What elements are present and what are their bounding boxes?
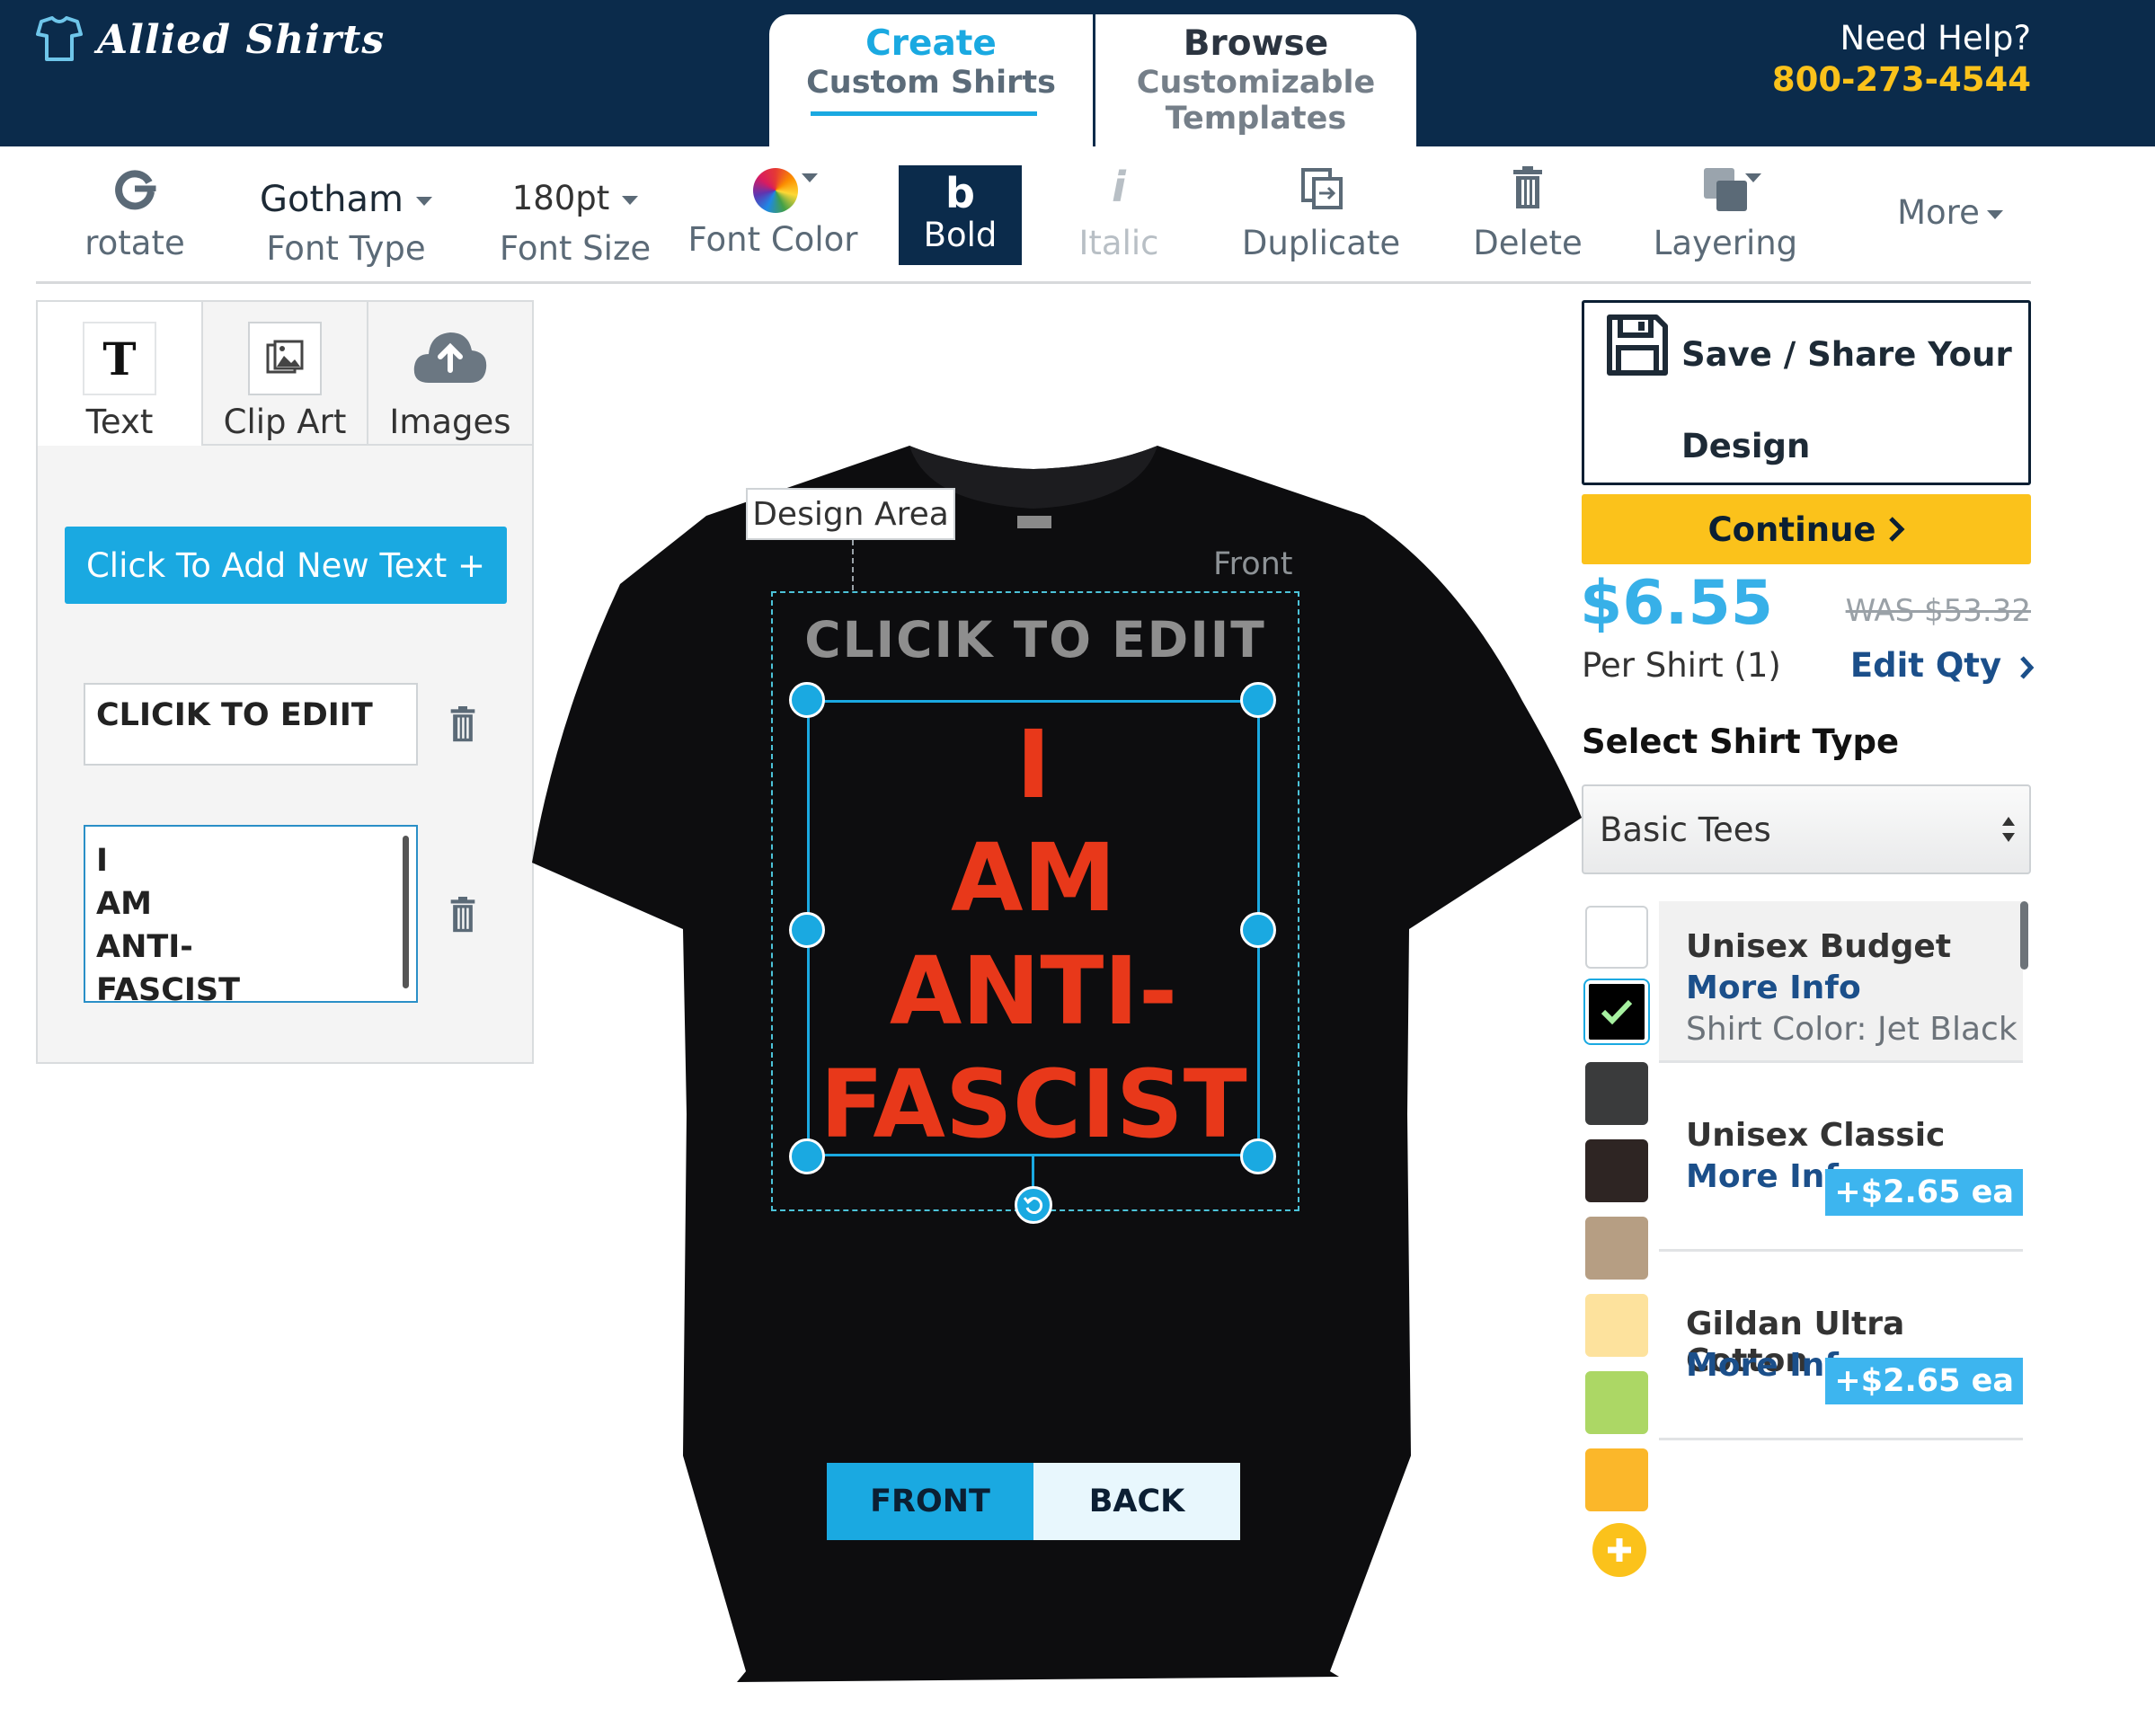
save-share-label: Save / Share Your — [1681, 335, 2012, 374]
continue-button[interactable]: Continue — [1582, 494, 2031, 564]
canvas-text-line: ANTI- — [889, 936, 1178, 1046]
more-info-link[interactable]: More Info — [1686, 970, 1861, 1006]
resize-handle-bottom-right[interactable] — [1240, 1138, 1276, 1174]
resize-handle-left[interactable] — [789, 912, 825, 948]
design-area-label: Design Area — [746, 488, 955, 540]
rotate-handle-stem — [1032, 1156, 1034, 1189]
edit-qty-label: Edit Qty — [1849, 646, 2002, 685]
product-shirt-color: Shirt Color: Jet Black — [1686, 1011, 2018, 1048]
checkmark-icon — [1601, 999, 1633, 1025]
canvas-text-line: AM — [951, 823, 1116, 933]
continue-label: Continue — [1707, 509, 1876, 549]
color-swatch-white[interactable] — [1585, 906, 1648, 969]
product-item[interactable]: Unisex Budget More Info Shirt Color: Jet… — [1659, 901, 2023, 1063]
edit-qty-link[interactable]: Edit Qty — [1850, 646, 2035, 685]
front-view-button[interactable]: FRONT — [827, 1463, 1033, 1540]
price-per-shirt: $6.55 — [1580, 568, 1774, 639]
back-view-button[interactable]: BACK — [1033, 1463, 1240, 1540]
save-share-button[interactable]: Save / Share Your Design — [1582, 300, 2031, 485]
plus-icon — [1608, 1538, 1631, 1562]
canvas-text-layer-selected[interactable]: I AM ANTI- FASCIST — [807, 708, 1260, 1161]
front-back-toggle: FRONT BACK — [827, 1463, 1240, 1540]
rotate-arrow-icon — [1023, 1197, 1043, 1214]
chevron-right-icon — [1888, 517, 1905, 542]
select-shirt-type-title: Select Shirt Type — [1582, 722, 1900, 761]
floppy-disk-icon — [1607, 314, 1668, 376]
product-name: Unisex Classic — [1686, 1117, 1946, 1154]
per-shirt-quantity: Per Shirt (1) — [1582, 646, 1781, 685]
color-swatch-charcoal[interactable] — [1585, 1062, 1648, 1125]
canvas-text-line: FASCIST — [820, 1050, 1247, 1159]
color-swatch-gold[interactable] — [1585, 1448, 1648, 1511]
shirt-type-value: Basic Tees — [1600, 810, 1771, 849]
color-swatch-tan[interactable] — [1585, 1217, 1648, 1280]
rotate-handle[interactable] — [1015, 1186, 1052, 1224]
save-share-label-2: Design — [1681, 427, 1811, 465]
canvas-text-line: I — [1015, 710, 1051, 819]
resize-handle-bottom-left[interactable] — [789, 1138, 825, 1174]
product-item[interactable]: Gildan Ultra Cotton More Info +$2.65 ea — [1659, 1252, 2023, 1440]
side-label: Front — [1213, 546, 1293, 582]
design-area-leader — [852, 540, 854, 590]
product-item[interactable]: Unisex Classic More Info +$2.65 ea — [1659, 1063, 2023, 1252]
resize-handle-top-left[interactable] — [789, 682, 825, 718]
shirt-type-select[interactable]: Basic Tees — [1582, 784, 2031, 874]
canvas-text-layer[interactable]: CLICIK TO EDIIT — [771, 611, 1299, 669]
chevron-right-icon — [2020, 655, 2035, 679]
resize-handle-right[interactable] — [1240, 912, 1276, 948]
price-upcharge-badge: +$2.65 ea — [1825, 1169, 2023, 1216]
select-arrows-icon — [2002, 817, 2015, 842]
more-colors-button[interactable] — [1592, 1523, 1646, 1577]
was-price: WAS $53.32 — [1845, 593, 2031, 629]
product-name: Unisex Budget — [1686, 928, 1952, 965]
color-swatch-black[interactable] — [1585, 980, 1648, 1043]
product-list-scrollbar[interactable] — [2020, 901, 2028, 970]
color-swatch-brown[interactable] — [1585, 1139, 1648, 1202]
color-swatch-cream[interactable] — [1585, 1294, 1648, 1357]
color-swatch-lime[interactable] — [1585, 1371, 1648, 1434]
price-upcharge-badge: +$2.65 ea — [1825, 1358, 2023, 1404]
resize-handle-top-right[interactable] — [1240, 682, 1276, 718]
